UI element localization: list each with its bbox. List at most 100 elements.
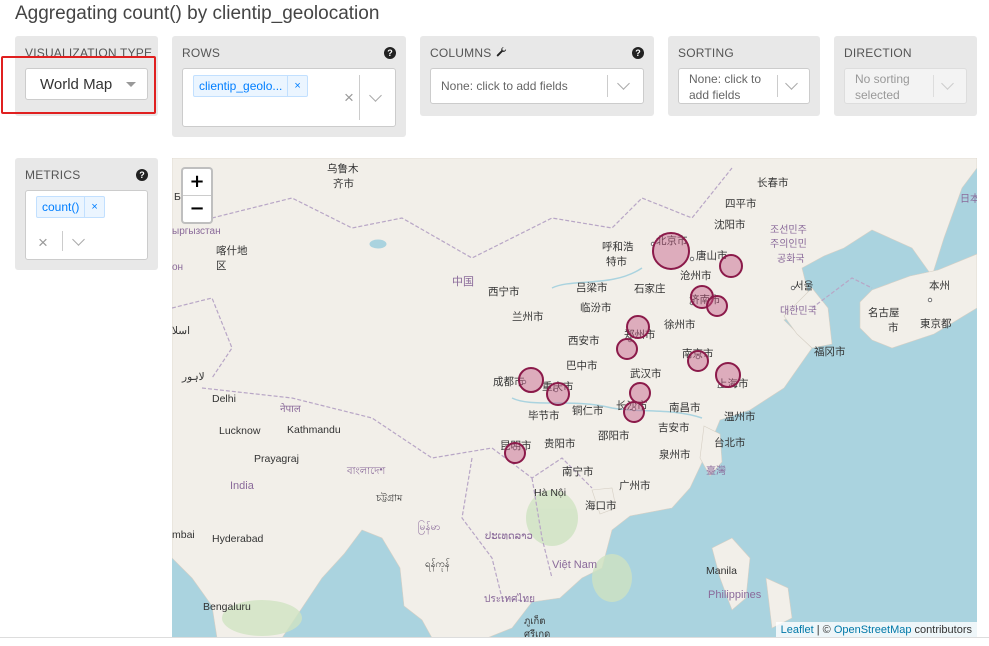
chevron-down-icon[interactable] xyxy=(369,89,382,102)
place-label: Prayagraj xyxy=(254,453,299,465)
place-label: ປະເທດລາວ xyxy=(485,531,533,542)
columns-placeholder: None: click to add fields xyxy=(441,79,568,93)
map-marker[interactable] xyxy=(687,350,709,372)
rows-label: ROWS xyxy=(182,46,221,60)
place-label: 南宁市 xyxy=(562,465,594,478)
place-label: 区 xyxy=(216,260,227,272)
place-label: Bengaluru xyxy=(203,601,251,613)
metrics-select[interactable]: count() × × xyxy=(25,190,148,260)
direction-placeholder: No sorting selected xyxy=(855,72,910,102)
place-label: 邵阳市 xyxy=(598,429,630,442)
sorting-select[interactable]: None: click to add fields xyxy=(678,68,810,104)
zoom-in-button[interactable]: + xyxy=(183,169,211,195)
place-label: ภูเก็ต xyxy=(524,614,545,627)
place-label: 兰州市 xyxy=(512,310,544,323)
chevron-down-icon xyxy=(941,77,954,90)
place-label: 温州市 xyxy=(724,410,756,423)
place-label: اسلا xyxy=(172,325,190,337)
page-title: Aggregating count() by clientip_geolocat… xyxy=(15,3,380,24)
bottom-divider xyxy=(0,637,989,638)
place-label: ыргызстан xyxy=(172,226,221,237)
place-label: 毕节市 xyxy=(528,409,560,422)
place-label: Delhi xyxy=(212,393,236,405)
place-label: 台北市 xyxy=(714,436,746,449)
chevron-down-icon[interactable] xyxy=(617,77,630,90)
place-label: لاہور xyxy=(181,371,205,383)
attribution-suffix: contributors xyxy=(911,624,972,636)
place-label: India xyxy=(230,480,255,492)
map-marker[interactable] xyxy=(652,232,690,270)
help-icon[interactable]: ? xyxy=(136,169,148,181)
place-label: Б xyxy=(174,191,181,203)
columns-panel: COLUMNS ? None: click to add fields xyxy=(420,36,654,116)
map-marker[interactable] xyxy=(518,367,544,393)
divider xyxy=(777,75,778,97)
columns-label: COLUMNS xyxy=(430,46,507,60)
place-label: 贵阳市 xyxy=(544,437,576,450)
place-label: 临汾市 xyxy=(580,301,612,314)
place-label: 吕梁市 xyxy=(576,281,608,294)
zoom-out-button[interactable]: − xyxy=(183,195,211,222)
divider xyxy=(933,75,934,97)
columns-select[interactable]: None: click to add fields xyxy=(430,68,644,104)
divider xyxy=(359,75,360,120)
place-label: চট্টগ্রাম xyxy=(375,492,403,504)
rows-field-tag-label: clientip_geolo... xyxy=(199,79,283,93)
place-label: ရန်ကုန် xyxy=(425,559,450,571)
place-label: 沈阳市 xyxy=(714,218,746,231)
map-marker[interactable] xyxy=(629,382,651,404)
map-marker[interactable] xyxy=(626,315,650,339)
wrench-icon[interactable] xyxy=(496,47,507,58)
highlight-annotation xyxy=(1,56,156,114)
zoom-control: + − xyxy=(181,167,213,224)
place-label: Kathmandu xyxy=(287,424,341,436)
place-label: 서울 xyxy=(794,280,814,292)
place-label: 名古屋 xyxy=(868,306,900,319)
place-label: 吉安市 xyxy=(658,421,690,434)
place-label: 广州市 xyxy=(619,479,651,492)
leaflet-link[interactable]: Leaflet xyxy=(781,624,814,636)
map-canvas[interactable]: 乌鲁木 齐市 长春市 四平市 沈阳市 呼和浩 特市 北京市 唐山市 조선민주 주… xyxy=(172,158,977,638)
help-icon[interactable]: ? xyxy=(384,47,396,59)
direction-select[interactable]: No sorting selected xyxy=(844,68,967,104)
world-map[interactable]: 乌鲁木 齐市 长春市 四平市 沈阳市 呼和浩 特市 北京市 唐山市 조선민주 주… xyxy=(172,158,977,638)
map-marker[interactable] xyxy=(616,338,638,360)
place-label: 西宁市 xyxy=(488,285,520,298)
openstreetmap-link[interactable]: OpenStreetMap xyxy=(834,624,912,636)
map-marker[interactable] xyxy=(623,401,645,423)
map-marker[interactable] xyxy=(546,382,570,406)
remove-tag-icon[interactable]: × xyxy=(84,197,103,217)
map-marker[interactable] xyxy=(706,295,728,317)
map-marker[interactable] xyxy=(719,254,743,278)
map-marker[interactable] xyxy=(715,362,741,388)
metrics-panel: METRICS ? count() × × xyxy=(15,158,158,270)
place-label: ประเทศไทย xyxy=(484,593,535,605)
rows-select[interactable]: clientip_geolo... × × xyxy=(182,68,396,127)
place-label: 泉州市 xyxy=(659,448,691,461)
remove-tag-icon[interactable]: × xyxy=(287,76,306,96)
place-label: 齐市 xyxy=(333,177,354,190)
sorting-placeholder: None: click to add fields xyxy=(689,72,762,102)
place-label: 喀什地 xyxy=(216,244,248,257)
place-label: 徐州市 xyxy=(664,318,696,331)
sorting-panel: SORTING None: click to add fields xyxy=(668,36,820,116)
help-icon[interactable]: ? xyxy=(632,47,644,59)
place-label: 呼和浩 xyxy=(602,241,634,253)
map-marker[interactable] xyxy=(504,442,526,464)
divider xyxy=(62,231,63,251)
place-label: မြန်မာ xyxy=(418,519,440,535)
chevron-down-icon[interactable] xyxy=(72,233,85,246)
place-label: 日本 xyxy=(960,192,977,205)
clear-icon[interactable]: × xyxy=(38,234,48,251)
clear-icon[interactable]: × xyxy=(344,89,354,106)
place-label: Lucknow xyxy=(219,425,261,437)
place-label: 中国 xyxy=(452,275,474,288)
place-label: 乌鲁木 xyxy=(327,162,359,175)
chevron-down-icon[interactable] xyxy=(785,77,798,90)
place-label: 武汉市 xyxy=(630,367,662,380)
place-label: Philippines xyxy=(708,589,762,601)
place-label: বাংলাদেশ xyxy=(346,466,386,477)
place-label: mbai xyxy=(172,529,195,541)
place-label: 沧州市 xyxy=(680,269,712,282)
place-label: 주의인민 xyxy=(770,238,807,250)
